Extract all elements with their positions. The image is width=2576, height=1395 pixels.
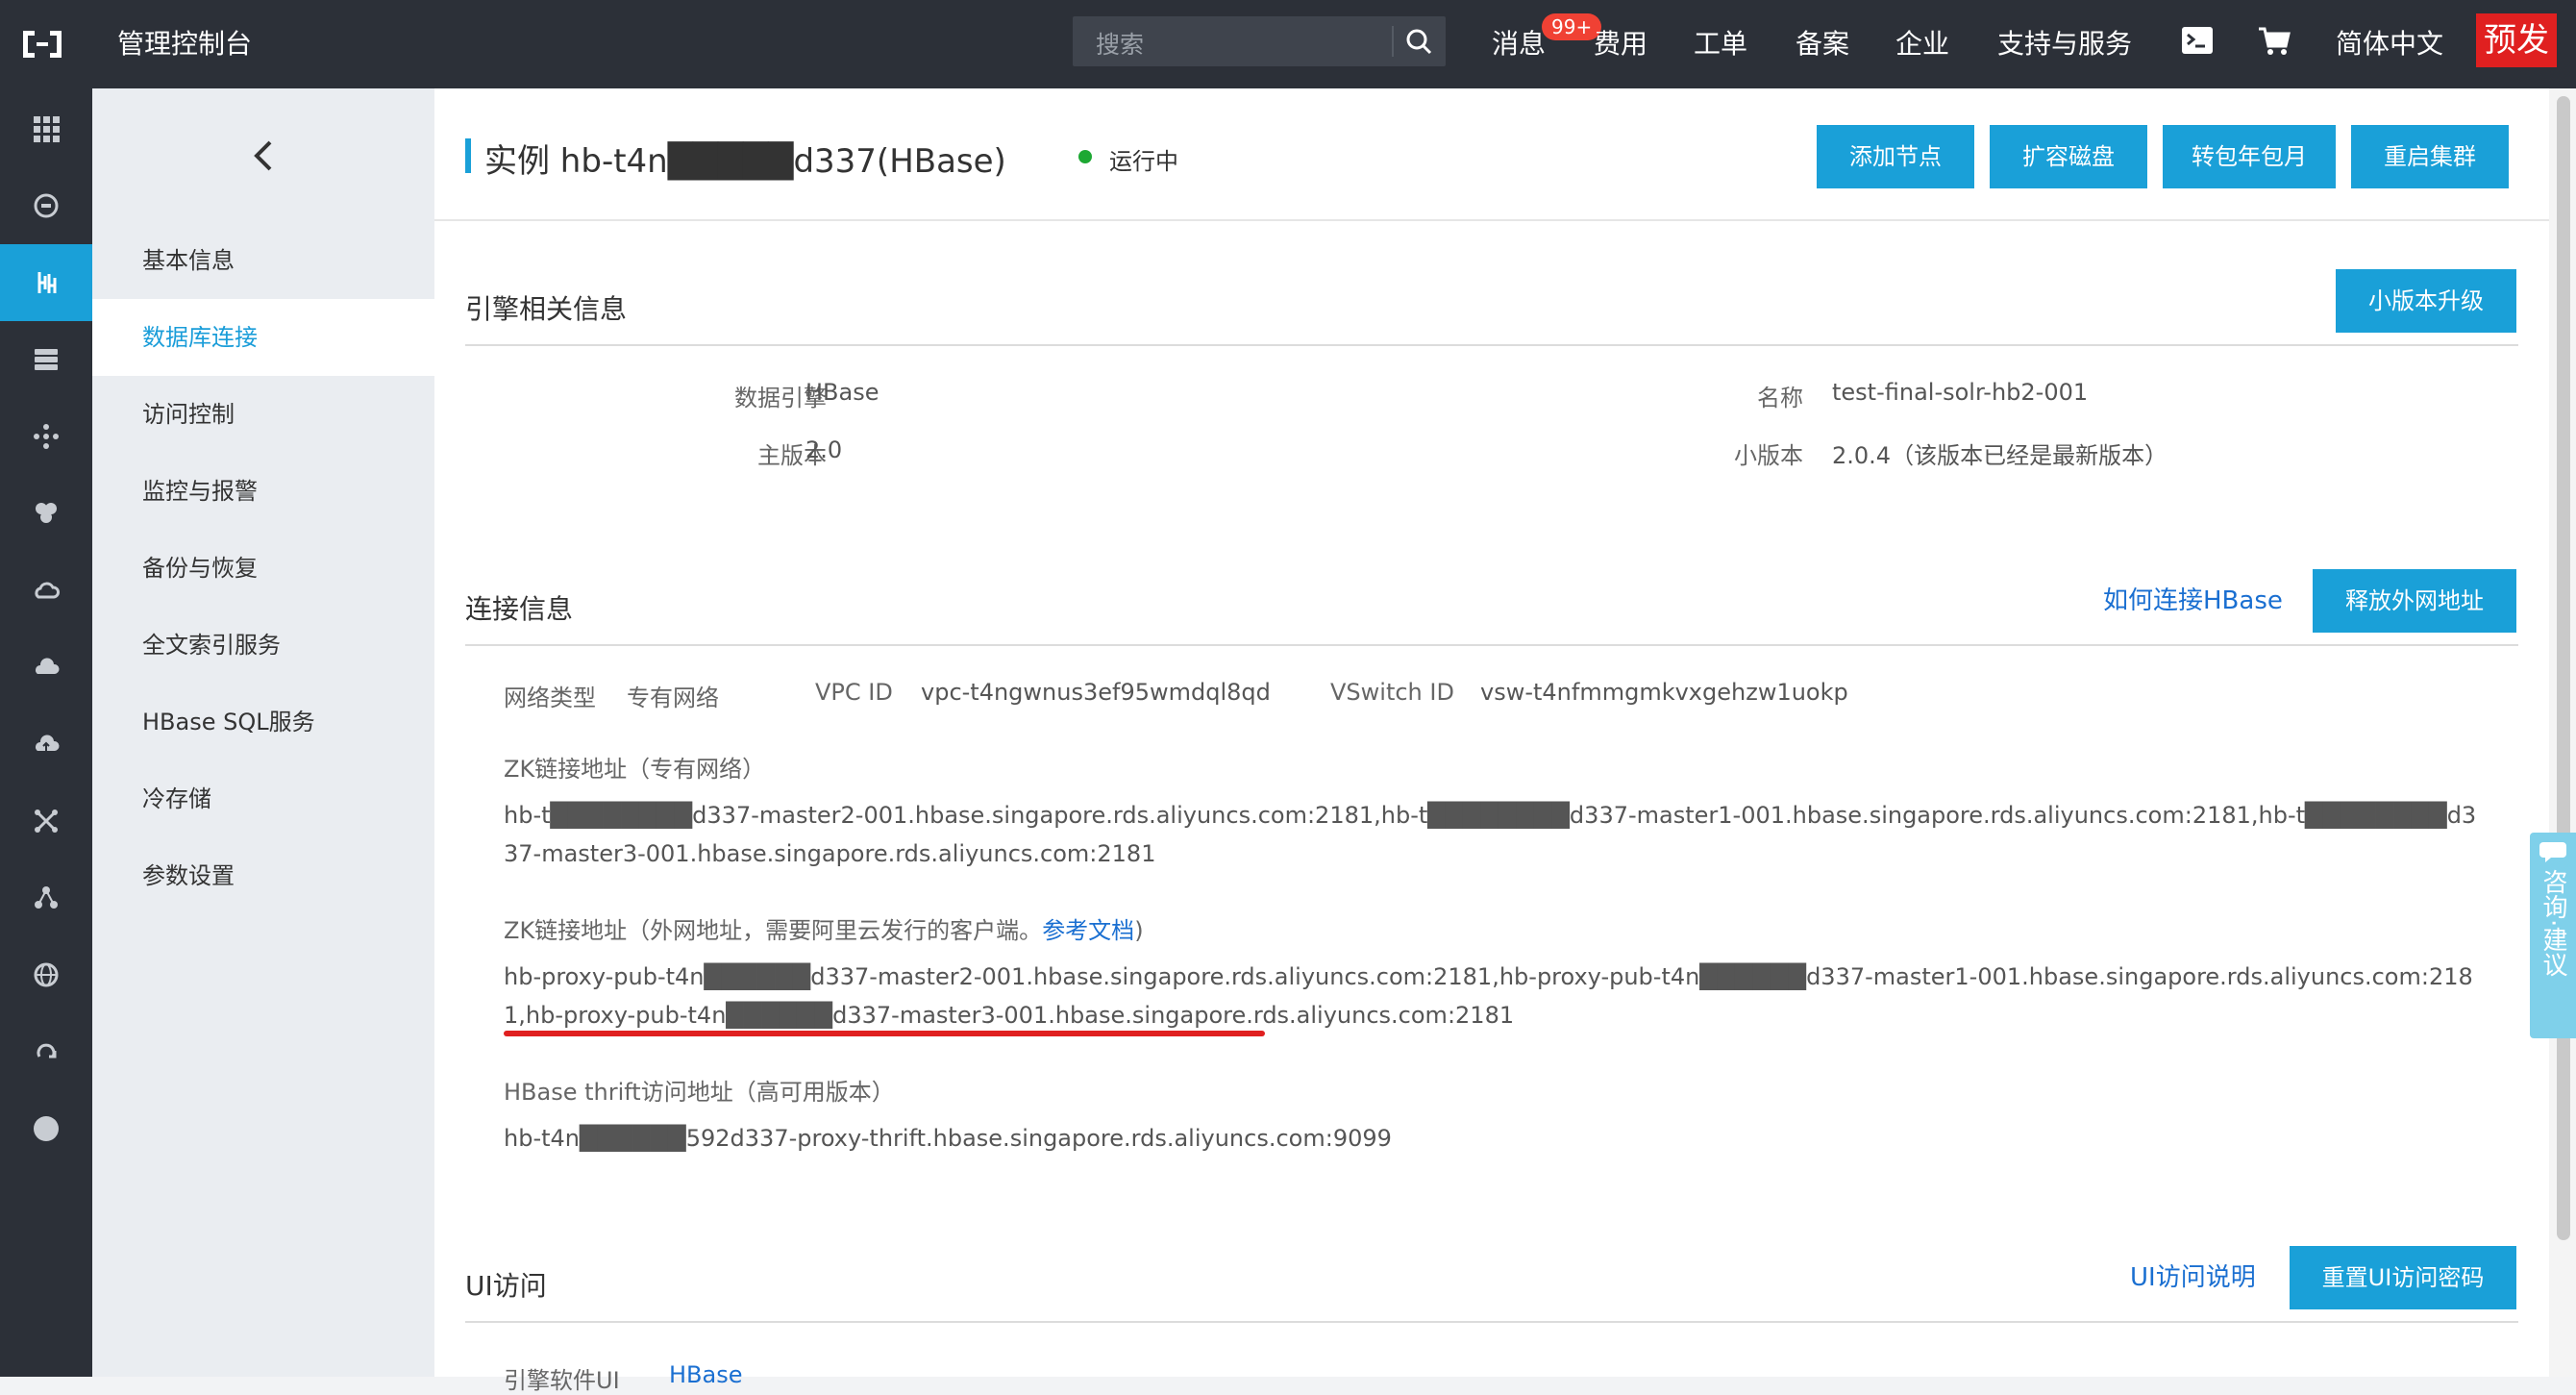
engine-ui-link[interactable]: HBase <box>669 1361 743 1388</box>
search-input[interactable]: 搜索 <box>1096 26 1144 61</box>
restart-cluster-button[interactable]: 重启集群 <box>2351 125 2509 188</box>
zk-public-address[interactable]: hb-proxy-pub-t4n██████d337-master2-001.h… <box>504 958 2484 1034</box>
engine-section-divider <box>465 344 2518 346</box>
chevron-left-icon[interactable] <box>249 137 278 175</box>
reset-ui-password-button[interactable]: 重置UI访问密码 <box>2290 1246 2516 1309</box>
hbase-icon[interactable] <box>0 244 92 321</box>
network-icon[interactable] <box>0 783 92 859</box>
page-scrollbar[interactable] <box>2549 88 2576 1377</box>
server-icon[interactable] <box>0 321 92 398</box>
terminal-icon[interactable] <box>2178 21 2217 60</box>
sidebar-item-monitoring[interactable]: 监控与报警 <box>92 453 434 530</box>
messages-link[interactable]: 消息 <box>1492 23 1546 62</box>
thrift-title: HBase thrift访问地址（高可用版本） <box>504 1079 895 1106</box>
minor-version-label: 小版本 <box>1734 442 1803 469</box>
back-button[interactable] <box>92 88 434 223</box>
enterprise-link[interactable]: 企业 <box>1895 23 1949 62</box>
circle-icon[interactable] <box>0 1090 92 1167</box>
sidebar-item-fulltext[interactable]: 全文索引服务 <box>92 607 434 684</box>
products-grid-icon[interactable] <box>0 90 92 167</box>
sidebar-item-params[interactable]: 参数设置 <box>92 837 434 914</box>
search-box[interactable]: 搜索 <box>1073 16 1446 66</box>
red-underline-annotation <box>504 1031 1265 1036</box>
sidebar-item-hbase-sql[interactable]: HBase SQL服务 <box>92 684 434 760</box>
name-label: 名称 <box>1757 385 1803 411</box>
vswitch-id-value: vsw-t4nfmmgmkvxgehzw1uokp <box>1480 679 1848 706</box>
vpc-id-value: vpc-t4ngwnus3ef95wmdql8qd <box>921 679 1271 706</box>
monitor-icon[interactable] <box>0 167 92 244</box>
zk-public-title-end: ) <box>1134 917 1144 944</box>
main-content: 实例 hb-t4n█████d337(HBase) 运行中 添加节点 扩容磁盘 … <box>434 88 2549 1394</box>
sidebar-item-cold-storage[interactable]: 冷存储 <box>92 760 434 837</box>
prerelease-badge[interactable]: 预发 <box>2476 13 2557 67</box>
zk-public-title-text: ZK链接地址（外网地址，需要阿里云发行的客户端。 <box>504 917 1043 944</box>
convert-subscription-button[interactable]: 转包年包月 <box>2163 125 2336 188</box>
fees-link[interactable]: 费用 <box>1594 23 1647 62</box>
vpc-id-label: VPC ID <box>815 679 893 706</box>
topology-icon[interactable] <box>0 859 92 936</box>
release-public-address-button[interactable]: 释放外网地址 <box>2313 569 2516 633</box>
cloud-storage-icon[interactable] <box>0 629 92 706</box>
ui-access-help-link[interactable]: UI访问说明 <box>2130 1258 2256 1293</box>
sidebar-item-db-connection[interactable]: 数据库连接 <box>92 299 434 376</box>
cart-icon[interactable] <box>2255 21 2293 60</box>
messages-badge: 99+ <box>1542 13 1602 40</box>
ui-access-section-title: UI访问 <box>465 1270 547 1302</box>
icp-link[interactable]: 备案 <box>1796 23 1849 62</box>
ui-access-section-divider <box>465 1321 2518 1323</box>
minor-upgrade-button[interactable]: 小版本升级 <box>2336 269 2516 333</box>
title-accent-bar <box>465 138 471 173</box>
globe-icon[interactable] <box>0 936 92 1013</box>
sidebar-item-backup[interactable]: 备份与恢复 <box>92 530 434 607</box>
how-to-connect-link[interactable]: 如何连接HBase <box>2103 581 2283 616</box>
zk-private-address[interactable]: hb-t████████d337-master2-001.hbase.singa… <box>504 796 2484 873</box>
cluster-icon[interactable] <box>0 398 92 475</box>
support-link[interactable]: 支持与服务 <box>1997 23 2132 62</box>
top-navigation-bar: 管理控制台 搜索 消息 99+ 费用 工单 备案 企业 支持与服务 简体中文 预… <box>0 0 2576 88</box>
status-dot <box>1078 150 1092 163</box>
engine-section-title: 引擎相关信息 <box>465 293 628 325</box>
major-version-value: 2.0 <box>805 436 843 463</box>
engine-ui-label: 引擎软件UI <box>504 1367 620 1394</box>
add-node-button[interactable]: 添加节点 <box>1817 125 1974 188</box>
thrift-address[interactable]: hb-t4n██████592d337-proxy-thrift.hbase.s… <box>504 1119 2484 1158</box>
zk-private-title: ZK链接地址（专有网络） <box>504 756 766 783</box>
search-divider <box>1392 26 1394 57</box>
minor-version-value: 2.0.4（该版本已经是最新版本） <box>1832 442 2168 469</box>
sidebar-item-access-control[interactable]: 访问控制 <box>92 376 434 453</box>
engine-value: HBase <box>805 379 879 406</box>
language-switch[interactable]: 简体中文 <box>2336 23 2443 62</box>
cloud-upload-icon[interactable] <box>0 706 92 783</box>
product-icon-bar <box>0 88 92 1377</box>
vswitch-id-label: VSwitch ID <box>1330 679 1454 706</box>
network-type-label: 网络类型 <box>504 685 596 711</box>
scrollbar-thumb[interactable] <box>2557 96 2570 1240</box>
instance-status: 运行中 <box>1109 148 1178 175</box>
name-value: test-final-solr-hb2-001 <box>1832 379 2089 406</box>
consult-feedback-tab[interactable]: 咨询·建议 <box>2530 833 2576 1038</box>
consult-feedback-label: 咨询·建议 <box>2539 869 2567 978</box>
cube-icon[interactable] <box>0 475 92 552</box>
console-title[interactable]: 管理控制台 <box>117 23 252 62</box>
reference-doc-link[interactable]: 参考文档 <box>1042 917 1134 944</box>
tickets-link[interactable]: 工单 <box>1694 23 1747 62</box>
instance-title: 实例 hb-t4n█████d337(HBase) <box>484 142 1006 181</box>
cloud-icon[interactable] <box>0 552 92 629</box>
chat-icon <box>2539 842 2566 862</box>
refresh-cloud-icon[interactable] <box>0 1013 92 1090</box>
instance-header: 实例 hb-t4n█████d337(HBase) 运行中 添加节点 扩容磁盘 … <box>434 88 2549 221</box>
connection-section-title: 连接信息 <box>465 593 574 625</box>
instance-sidebar: 基本信息 数据库连接 访问控制 监控与报警 备份与恢复 全文索引服务 HBase… <box>92 88 434 1377</box>
zk-public-title: ZK链接地址（外网地址，需要阿里云发行的客户端。参考文档) <box>504 911 1144 945</box>
sidebar-item-basic-info[interactable]: 基本信息 <box>92 222 434 299</box>
search-icon[interactable] <box>1401 24 1436 59</box>
connection-section-divider <box>465 644 2518 646</box>
aliyun-logo-icon[interactable] <box>19 25 65 63</box>
network-type-value: 专有网络 <box>627 685 719 711</box>
expand-disk-button[interactable]: 扩容磁盘 <box>1990 125 2147 188</box>
